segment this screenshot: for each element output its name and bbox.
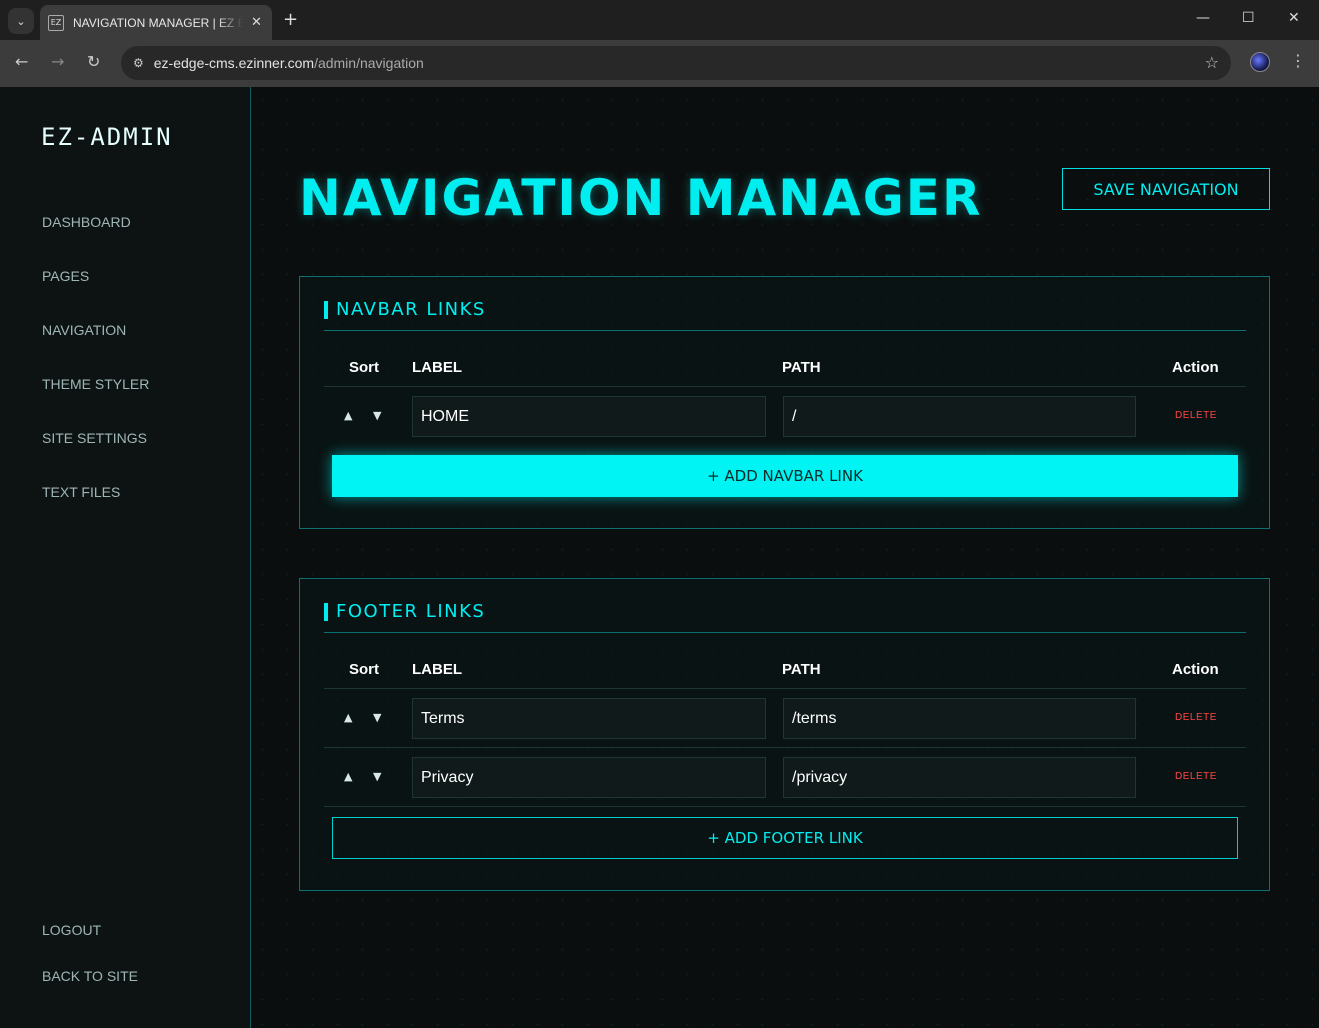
- add-footer-link-button[interactable]: + ADD FOOTER LINK: [332, 817, 1238, 859]
- profile-avatar[interactable]: [1250, 52, 1270, 72]
- sort-down-icon[interactable]: ▼: [373, 711, 381, 724]
- browser-menu-icon[interactable]: ⋮: [1290, 51, 1306, 70]
- sidebar-item-theme-styler[interactable]: THEME STYLER: [42, 376, 149, 392]
- bookmark-star-icon[interactable]: ☆: [1205, 53, 1219, 72]
- sort-up-icon[interactable]: ▲: [344, 409, 352, 422]
- window-close-icon[interactable]: ✕: [1288, 10, 1300, 26]
- close-tab-icon[interactable]: ✕: [251, 15, 262, 30]
- maximize-icon[interactable]: ☐: [1242, 10, 1255, 26]
- footer-links-panel: FOOTER LINKS Sort LABEL PATH Action ▲ ▼ …: [299, 578, 1270, 891]
- sidebar-item-site-settings[interactable]: SITE SETTINGS: [42, 430, 147, 446]
- column-action: Action: [1172, 359, 1219, 376]
- admin-app: EZ-ADMIN DASHBOARD PAGES NAVIGATION THEM…: [0, 87, 1319, 1028]
- sort-up-icon[interactable]: ▲: [344, 711, 352, 724]
- sidebar-item-dashboard[interactable]: DASHBOARD: [42, 214, 131, 230]
- sort-up-icon[interactable]: ▲: [344, 770, 352, 783]
- label-input[interactable]: [412, 396, 766, 437]
- browser-tab[interactable]: EZ NAVIGATION MANAGER | EZ EDGE CMS ✕: [40, 5, 272, 40]
- browser-chrome: ⌄ EZ NAVIGATION MANAGER | EZ EDGE CMS ✕ …: [0, 0, 1319, 87]
- column-label: LABEL: [412, 359, 462, 376]
- brand-logo: EZ-ADMIN: [41, 123, 173, 151]
- tab-strip: ⌄ EZ NAVIGATION MANAGER | EZ EDGE CMS ✕ …: [0, 0, 1319, 40]
- site-info-icon[interactable]: ⚙: [133, 56, 144, 70]
- back-icon[interactable]: ←: [15, 52, 28, 71]
- path-input[interactable]: [783, 757, 1136, 798]
- minimize-icon[interactable]: —: [1196, 10, 1210, 26]
- address-bar[interactable]: ⚙ ez-edge-cms.ezinner.com/admin/navigati…: [121, 46, 1231, 80]
- panel-header: FOOTER LINKS: [324, 603, 1246, 633]
- table-row: ▲ ▼ DELETE: [324, 689, 1246, 748]
- sidebar-item-pages[interactable]: PAGES: [42, 268, 89, 284]
- label-input[interactable]: [412, 698, 766, 739]
- new-tab-icon[interactable]: +: [283, 9, 298, 30]
- sidebar: EZ-ADMIN DASHBOARD PAGES NAVIGATION THEM…: [0, 87, 251, 1028]
- column-path: PATH: [782, 661, 821, 678]
- table-row: ▲ ▼ DELETE: [324, 748, 1246, 807]
- column-sort: Sort: [349, 661, 379, 678]
- sort-down-icon[interactable]: ▼: [373, 409, 381, 422]
- column-sort: Sort: [349, 359, 379, 376]
- sidebar-item-navigation[interactable]: NAVIGATION: [42, 322, 126, 338]
- sidebar-item-text-files[interactable]: TEXT FILES: [42, 484, 120, 500]
- tab-title: NAVIGATION MANAGER | EZ EDGE CMS: [73, 15, 243, 30]
- column-path: PATH: [782, 359, 821, 376]
- column-label: LABEL: [412, 661, 462, 678]
- delete-button[interactable]: DELETE: [1175, 771, 1217, 782]
- save-navigation-button[interactable]: SAVE NAVIGATION: [1062, 168, 1270, 210]
- column-action: Action: [1172, 661, 1219, 678]
- sort-down-icon[interactable]: ▼: [373, 770, 381, 783]
- delete-button[interactable]: DELETE: [1175, 712, 1217, 723]
- label-input[interactable]: [412, 757, 766, 798]
- sidebar-item-back-to-site[interactable]: BACK TO SITE: [42, 968, 138, 984]
- forward-icon[interactable]: →: [51, 52, 64, 71]
- add-navbar-link-button[interactable]: + ADD NAVBAR LINK: [332, 455, 1238, 497]
- navbar-links-panel: NAVBAR LINKS Sort LABEL PATH Action ▲ ▼ …: [299, 276, 1270, 529]
- tab-search-icon[interactable]: ⌄: [8, 8, 34, 34]
- url-text: ez-edge-cms.ezinner.com/admin/navigation: [153, 55, 424, 71]
- panel-title: FOOTER LINKS: [324, 603, 485, 621]
- table-row: ▲ ▼ DELETE: [324, 387, 1246, 446]
- path-input[interactable]: [783, 396, 1136, 437]
- reload-icon[interactable]: ↻: [87, 52, 100, 71]
- favicon-icon: EZ: [48, 14, 64, 31]
- table-header: Sort LABEL PATH Action: [324, 347, 1246, 387]
- table-header: Sort LABEL PATH Action: [324, 649, 1246, 689]
- panel-header: NAVBAR LINKS: [324, 301, 1246, 331]
- panel-title: NAVBAR LINKS: [324, 301, 486, 319]
- sidebar-item-logout[interactable]: LOGOUT: [42, 922, 101, 938]
- browser-toolbar: ← → ↻ ⚙ ez-edge-cms.ezinner.com/admin/na…: [0, 40, 1319, 87]
- page-title: NAVIGATION MANAGER: [299, 169, 983, 227]
- path-input[interactable]: [783, 698, 1136, 739]
- delete-button[interactable]: DELETE: [1175, 410, 1217, 421]
- main-content: NAVIGATION MANAGER SAVE NAVIGATION NAVBA…: [251, 87, 1319, 1028]
